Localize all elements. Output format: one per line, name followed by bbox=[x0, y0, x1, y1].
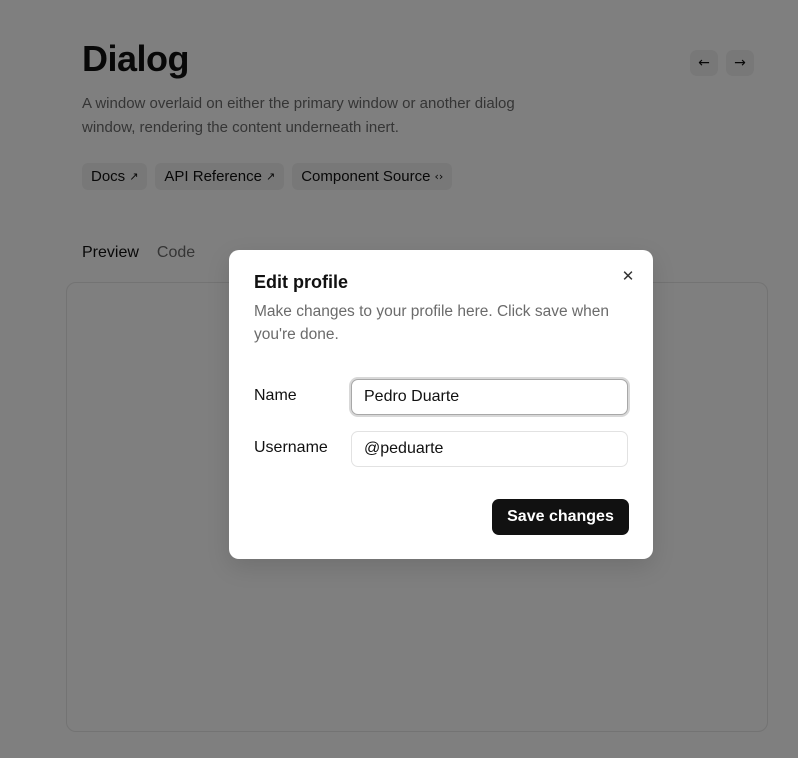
name-label: Name bbox=[254, 387, 297, 404]
close-button[interactable]: ✕ bbox=[618, 266, 638, 286]
dialog-title: Edit profile bbox=[254, 272, 348, 292]
username-label: Username bbox=[254, 439, 328, 456]
username-input[interactable] bbox=[351, 431, 628, 467]
close-icon: ✕ bbox=[621, 267, 635, 285]
edit-profile-dialog: Edit profile Make changes to your profil… bbox=[229, 250, 653, 559]
dialog-description: Make changes to your profile here. Click… bbox=[254, 303, 609, 343]
name-input[interactable] bbox=[351, 379, 628, 415]
save-changes-button[interactable]: Save changes bbox=[492, 499, 629, 535]
